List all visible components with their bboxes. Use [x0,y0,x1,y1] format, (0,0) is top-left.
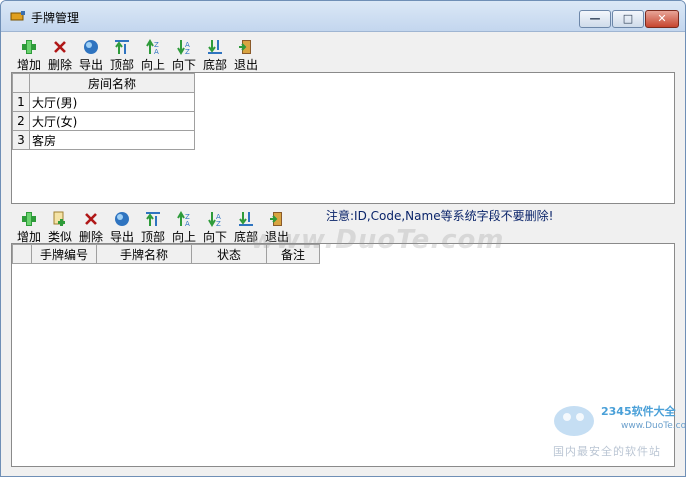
move-top-icon [115,40,129,54]
title-bar[interactable]: 手牌管理 — □ ✕ [1,1,685,32]
field-warning-note: 注意:ID,Code,Name等系统字段不要删除! [326,209,554,223]
room-name-header[interactable]: 房间名称 [29,73,195,93]
row-number: 2 [12,111,30,131]
mascot-icon [554,406,594,436]
card-table-corner [12,244,32,264]
move-down-icon: AZ [177,40,190,55]
watermark-logo: 2345软件大全 www.DuoTe.com 国内最安全的软件站 [549,399,685,458]
svg-text:Z: Z [216,220,221,227]
table-row[interactable]: 1 大厅(男) [12,92,195,112]
maximize-button[interactable]: □ [612,10,644,28]
table-row[interactable]: 2 大厅(女) [12,111,195,131]
room-add-button[interactable]: 增加 [14,37,44,73]
room-grid-panel[interactable]: 房间名称 1 大厅(男) 2 大厅(女) 3 客房 [11,72,675,204]
card-number-header[interactable]: 手牌编号 [31,244,97,264]
add-icon [22,212,36,226]
room-name-cell[interactable]: 大厅(女) [29,111,195,131]
room-toolbar: 增加 删除 导出 顶部 ZA 向上 AZ 向下 底部 退出 [11,37,271,73]
add-icon [22,40,36,54]
card-similar-button[interactable]: 类似 [45,209,75,245]
room-bottom-button[interactable]: 底部 [200,37,230,73]
similar-icon [53,211,65,226]
room-name-cell[interactable]: 大厅(男) [29,92,195,112]
room-name-cell[interactable]: 客房 [29,130,195,150]
minimize-icon: — [589,12,601,25]
exit-icon [239,40,251,54]
room-table: 房间名称 1 大厅(男) 2 大厅(女) 3 客房 [12,73,195,150]
svg-text:A: A [154,48,159,55]
move-down-icon: AZ [208,212,221,227]
app-icon [10,11,25,21]
card-down-button[interactable]: AZ 向下 [200,209,230,245]
move-top-icon [146,212,160,226]
svg-text:Z: Z [185,48,190,55]
card-export-button[interactable]: 导出 [107,209,137,245]
site-watermark: www.DuoTe.com [251,225,505,255]
card-name-header[interactable]: 手牌名称 [96,244,192,264]
svg-text:A: A [185,220,190,227]
table-row[interactable]: 3 客房 [12,130,195,150]
row-number: 1 [12,92,30,112]
card-top-button[interactable]: 顶部 [138,209,168,245]
room-table-corner [12,73,30,93]
close-icon: ✕ [657,12,667,25]
export-icon [84,40,98,54]
maximize-icon: □ [622,12,634,25]
minimize-button[interactable]: — [579,10,611,28]
main-window: 手牌管理 — □ ✕ 增加 删除 导出 顶部 ZA 向上 AZ 向下 底部 退出… [0,0,686,477]
window-title: 手牌管理 [31,11,80,25]
room-up-button[interactable]: ZA 向上 [138,37,168,73]
watermark-brand: 2345软件大全 [601,405,676,418]
row-number: 3 [12,130,30,150]
close-button[interactable]: ✕ [645,10,679,28]
room-down-button[interactable]: AZ 向下 [169,37,199,73]
move-bottom-icon [208,40,222,54]
card-add-button[interactable]: 增加 [14,209,44,245]
room-delete-button[interactable]: 删除 [45,37,75,73]
delete-icon [85,213,97,225]
room-exit-button[interactable]: 退出 [231,37,261,73]
delete-icon [54,41,66,53]
watermark-slogan: 国内最安全的软件站 [553,445,661,458]
room-top-button[interactable]: 顶部 [107,37,137,73]
watermark-url: www.DuoTe.com [621,421,686,431]
room-exit-label: 退出 [233,58,258,72]
card-up-button[interactable]: ZA 向上 [169,209,199,245]
card-delete-button[interactable]: 删除 [76,209,106,245]
move-up-icon: ZA [146,39,159,55]
move-up-icon: ZA [177,211,190,227]
export-icon [115,212,129,226]
room-export-button[interactable]: 导出 [76,37,106,73]
